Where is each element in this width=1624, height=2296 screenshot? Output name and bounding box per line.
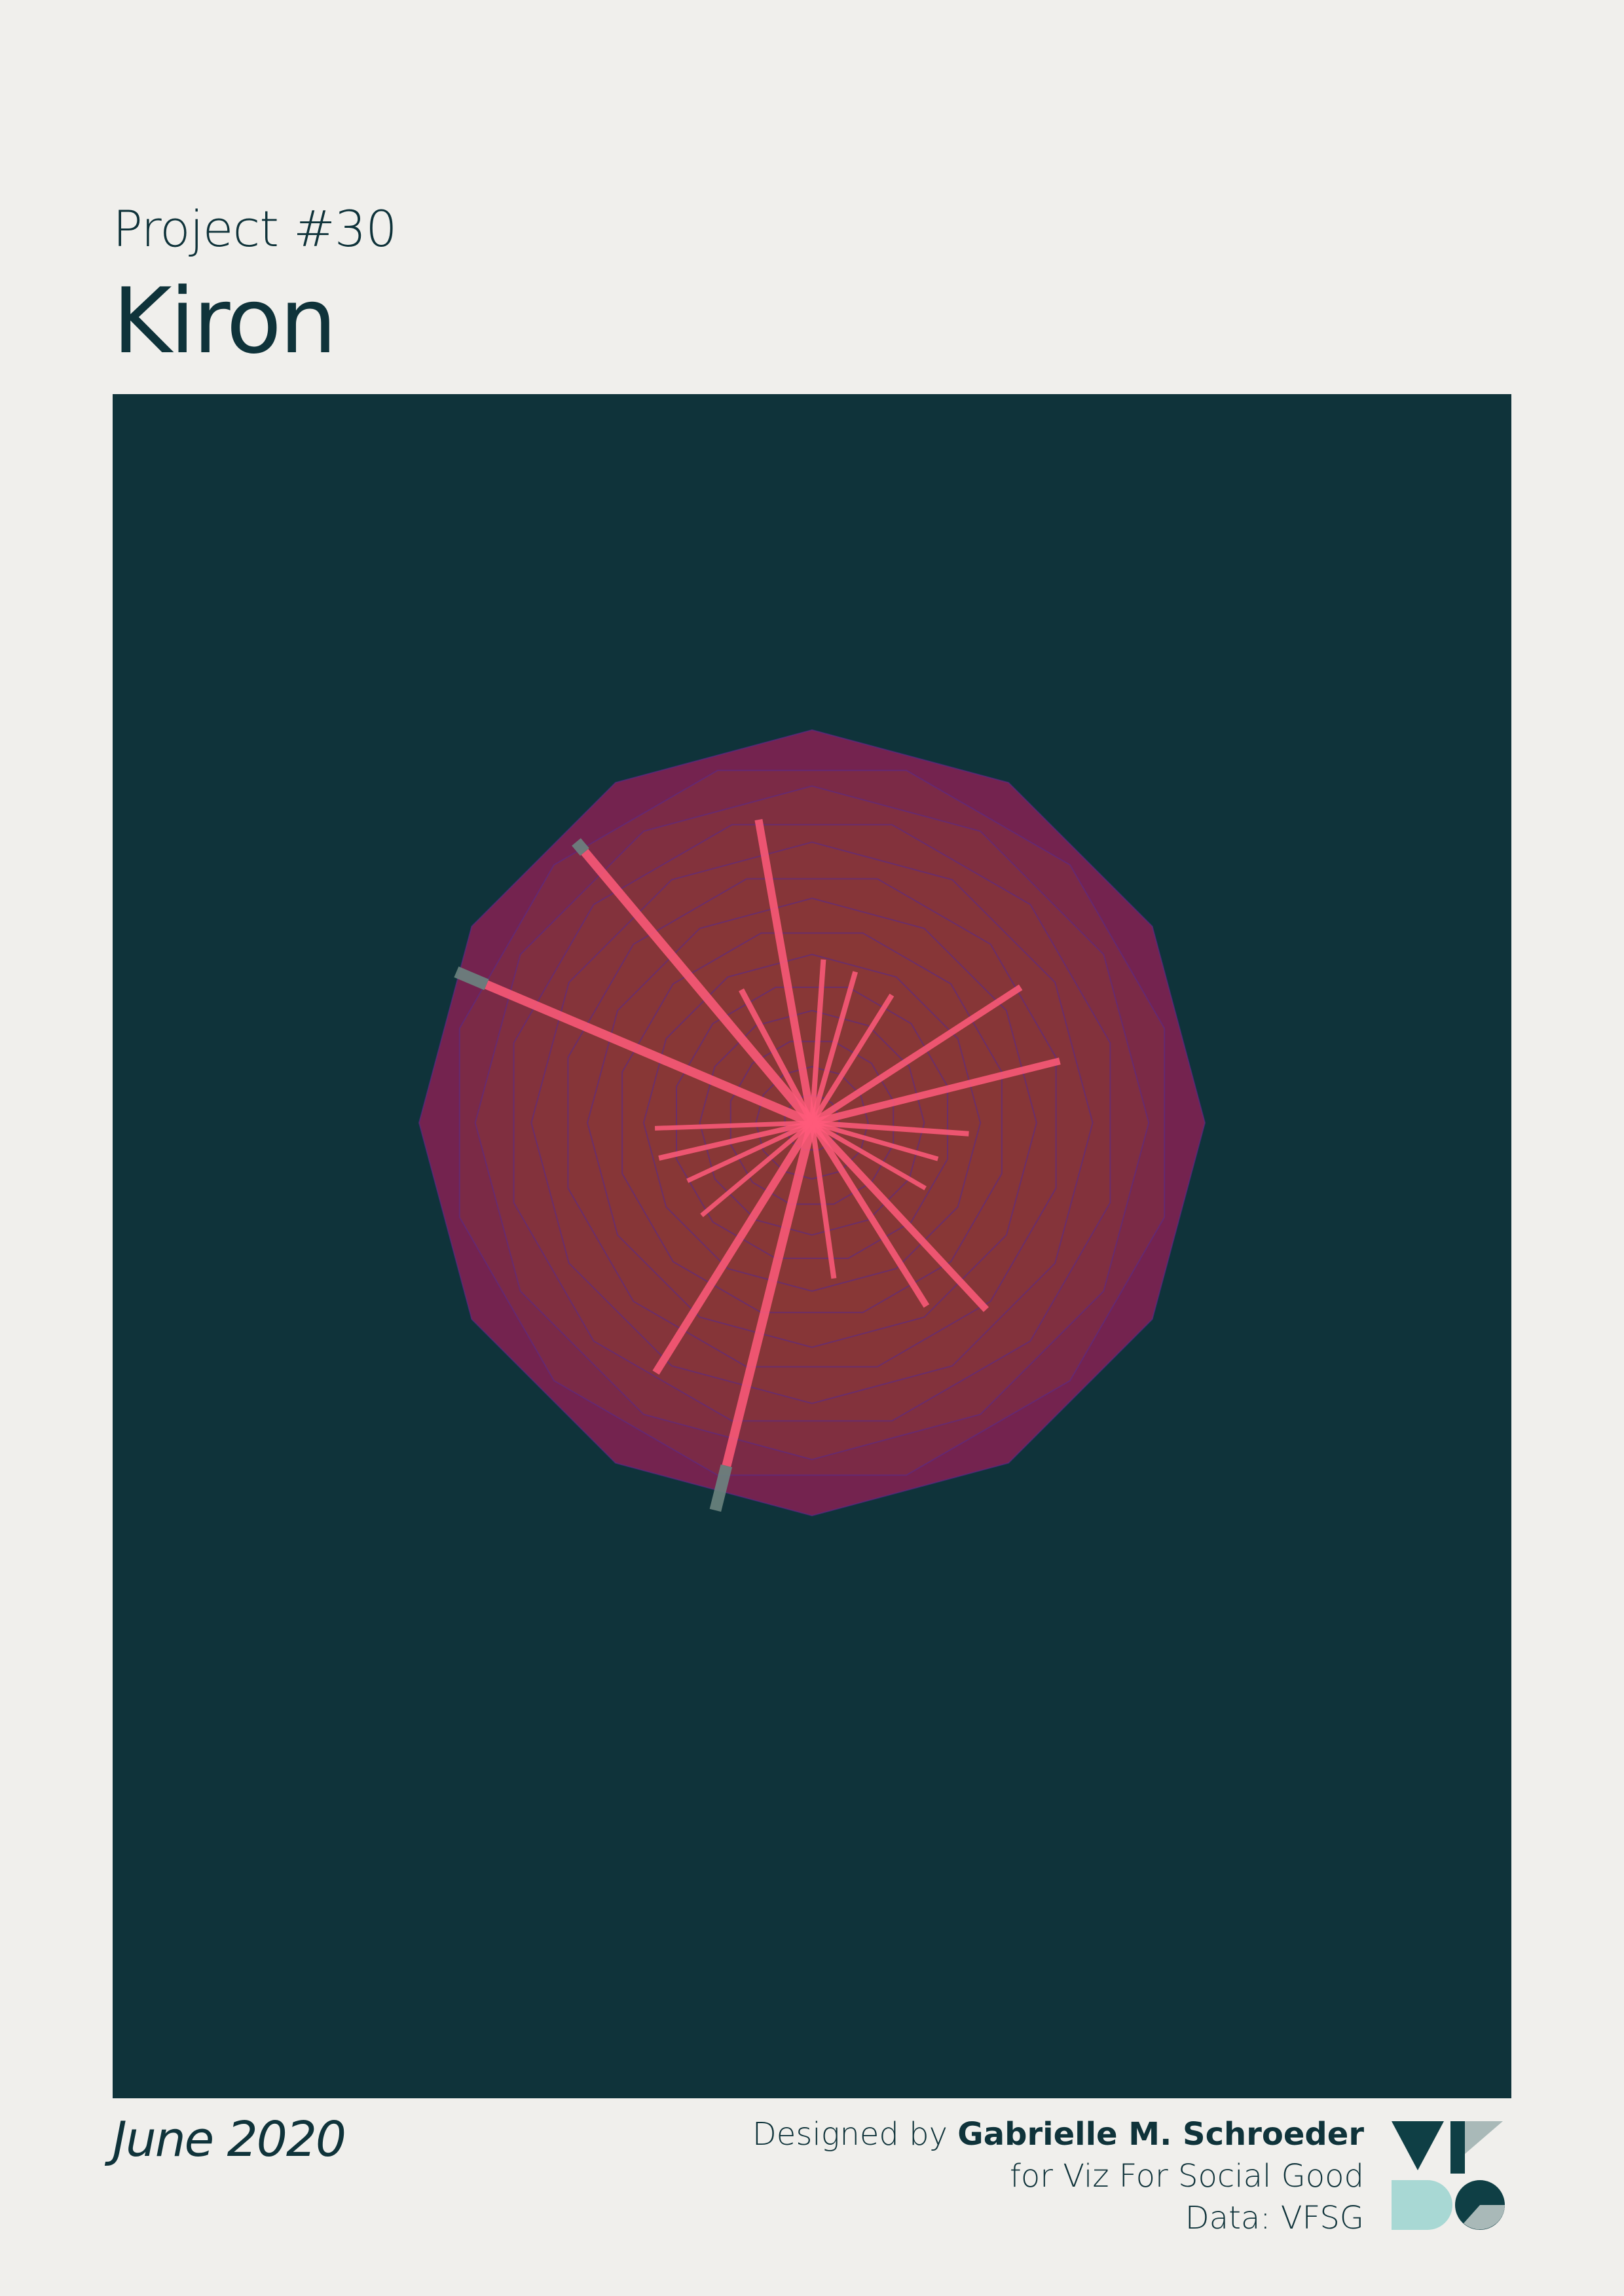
designer-line: Designed by Gabrielle M. Schroeder <box>752 2113 1364 2155</box>
project-label: Project #30 <box>113 200 397 258</box>
radial-spoke-overflow <box>572 838 589 856</box>
date-label: June 2020 <box>113 2111 346 2168</box>
organization-line: for Viz For Social Good <box>1009 2158 1364 2195</box>
designer-name: Gabrielle M. Schroeder <box>957 2116 1364 2153</box>
data-source-line: Data: VFSG <box>1185 2200 1364 2236</box>
credits-block: Designed by Gabrielle M. Schroeder for V… <box>752 2113 1364 2239</box>
radial-artwork <box>418 729 1206 1517</box>
page-title: Kiron <box>113 268 337 374</box>
designed-by-prefix: Designed by <box>752 2116 948 2153</box>
vfsg-logo-icon <box>1392 2121 1505 2230</box>
artwork-panel <box>113 394 1511 2098</box>
